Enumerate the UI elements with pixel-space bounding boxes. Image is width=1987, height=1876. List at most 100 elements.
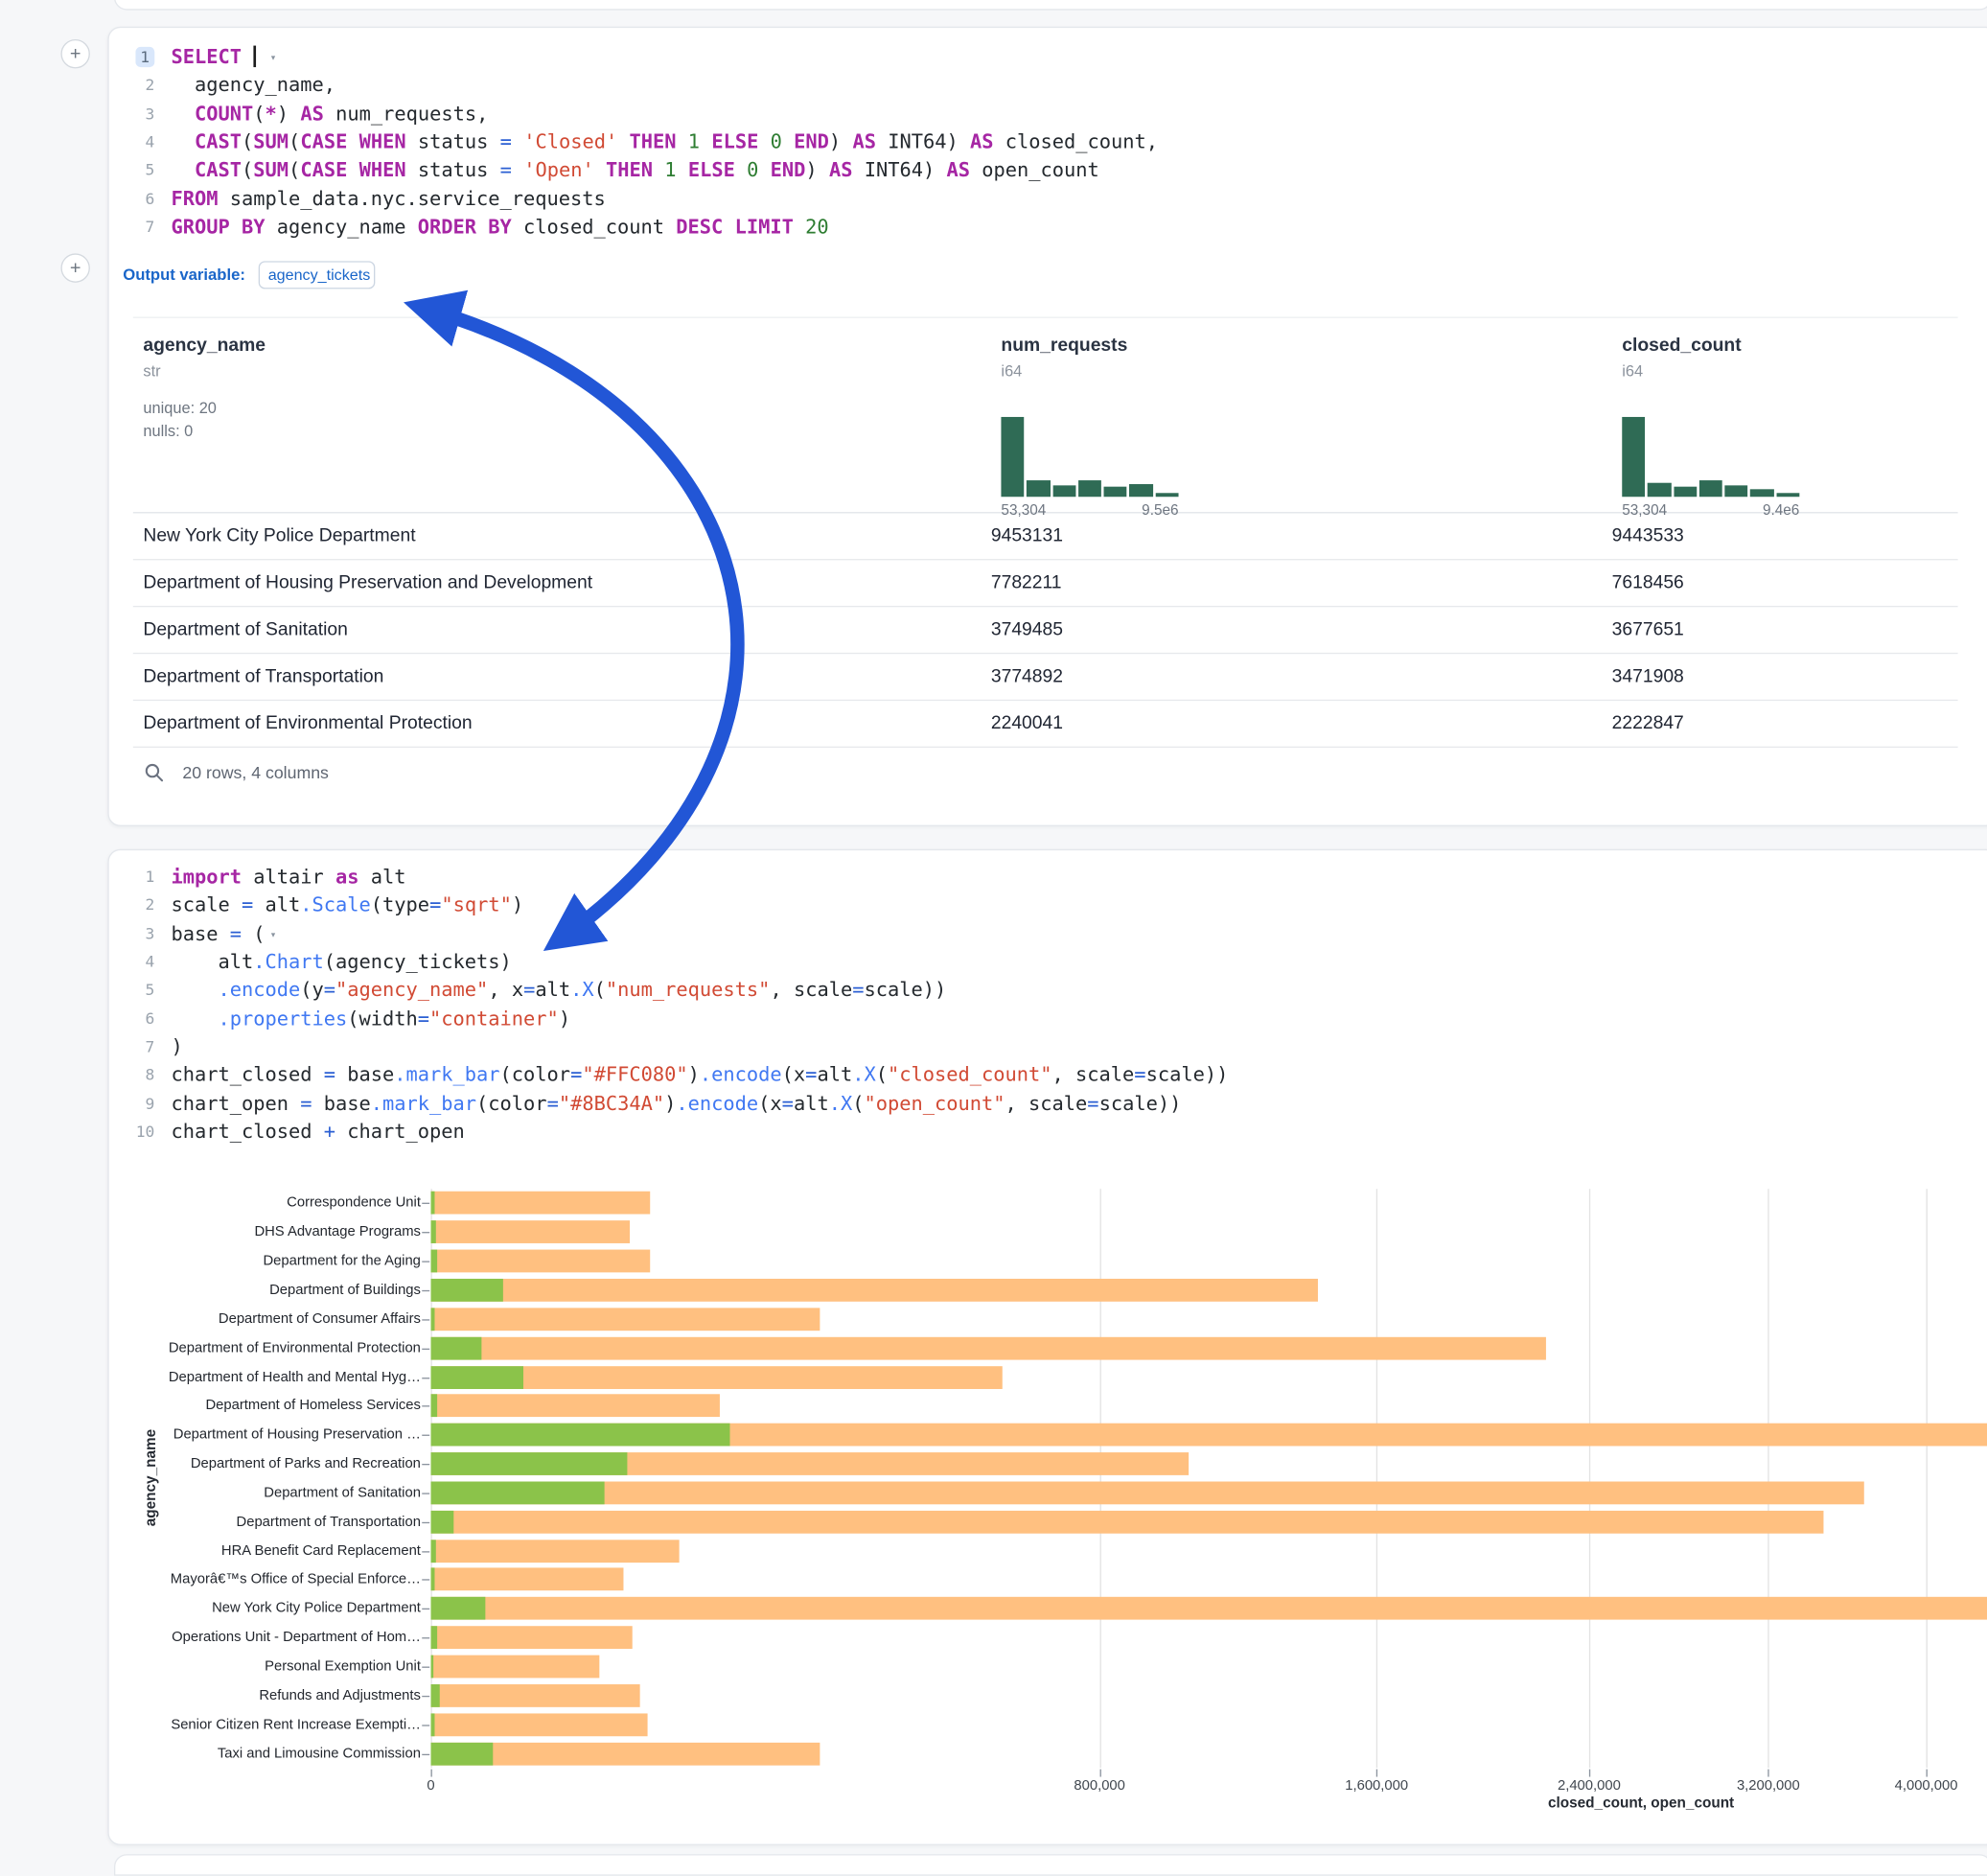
code-token: 1 bbox=[664, 159, 676, 182]
histogram-bar bbox=[1078, 481, 1101, 498]
code-text: SELECT bbox=[171, 43, 255, 72]
line-number: 5 bbox=[114, 156, 154, 185]
code-token: altair bbox=[242, 866, 335, 889]
code-token: (type bbox=[371, 894, 429, 917]
code-token: num_requests, bbox=[324, 103, 489, 126]
code-token: scale)) bbox=[864, 979, 946, 1002]
code-token: ( bbox=[242, 922, 266, 945]
histogram-bar bbox=[1699, 481, 1722, 498]
code-token: alt bbox=[359, 866, 406, 889]
code-line: 7GROUP BY agency_name ORDER BY closed_co… bbox=[114, 213, 1158, 242]
code-token: 'Closed' bbox=[523, 130, 617, 153]
code-token: closed_count, bbox=[994, 130, 1159, 153]
code-line: 10chart_closed + chart_open bbox=[114, 1118, 1228, 1146]
line-number-value: 6 bbox=[146, 190, 155, 208]
code-token bbox=[242, 46, 253, 69]
table-row[interactable]: New York City Police Department945313194… bbox=[133, 513, 1958, 560]
code-token: ) bbox=[559, 1007, 570, 1031]
code-line: 4 CAST(SUM(CASE WHEN status = 'Closed' T… bbox=[114, 128, 1158, 157]
results-table: agency_name str unique: 20 nulls: 0 num_… bbox=[133, 317, 1958, 749]
column-stat-unique: unique: 20 bbox=[143, 397, 266, 420]
code-token: (agency_tickets) bbox=[324, 951, 512, 974]
code-token: ELSE bbox=[688, 159, 735, 182]
table-row[interactable]: Department of Sanitation37494853677651 bbox=[133, 607, 1958, 654]
code-token: ) bbox=[688, 1064, 700, 1087]
code-token: (x bbox=[758, 1092, 782, 1115]
code-token: SUM bbox=[253, 130, 289, 153]
code-token: = bbox=[418, 1007, 429, 1031]
code-token: , x bbox=[488, 979, 523, 1002]
code-token: "num_requests" bbox=[606, 979, 771, 1002]
line-number: 4 bbox=[114, 948, 154, 977]
code-line: 7) bbox=[114, 1033, 1228, 1062]
notebook-canvas: + + 1▾SELECT 2 agency_name,3 COUNT(*) AS… bbox=[0, 0, 1987, 1864]
code-token: .encode bbox=[700, 1064, 782, 1087]
code-line: 4 alt.Chart(agency_tickets) bbox=[114, 948, 1228, 977]
code-token: base bbox=[312, 1092, 371, 1115]
next-cell-edge bbox=[114, 1854, 1987, 1875]
table-row[interactable]: Department of Environmental Protection22… bbox=[133, 701, 1958, 748]
add-cell-button-output[interactable]: + bbox=[60, 253, 89, 282]
code-token: .mark_bar bbox=[371, 1092, 476, 1115]
code-token: chart_closed bbox=[171, 1121, 323, 1144]
code-token: ELSE bbox=[711, 130, 758, 153]
code-token: (width bbox=[347, 1007, 418, 1031]
line-number: 6 bbox=[114, 1005, 154, 1033]
column-header-num-requests[interactable]: num_requests i64 53,304 9.5e6 bbox=[1001, 336, 1127, 380]
code-token: "#8BC34A" bbox=[559, 1092, 664, 1115]
sql-code-editor[interactable]: 1▾SELECT 2 agency_name,3 COUNT(*) AS num… bbox=[114, 43, 1158, 242]
column-header-closed-count[interactable]: closed_count i64 53,304 9.4e6 bbox=[1622, 336, 1741, 380]
histogram-bar bbox=[1155, 493, 1178, 497]
column-header-agency-name[interactable]: agency_name str unique: 20 nulls: 0 bbox=[143, 336, 266, 442]
code-token: ) bbox=[512, 894, 523, 917]
line-number-value: 3 bbox=[146, 925, 155, 943]
code-text: alt.Chart(agency_tickets) bbox=[171, 948, 511, 977]
histogram-bar bbox=[1622, 417, 1645, 497]
code-token: INT64) bbox=[852, 159, 946, 182]
code-text: .properties(width="container") bbox=[171, 1005, 570, 1033]
code-line: 2scale = alt.Scale(type="sqrt") bbox=[114, 892, 1228, 920]
code-token: .encode bbox=[218, 979, 300, 1002]
line-number: 1 bbox=[114, 43, 154, 72]
code-token: chart_open bbox=[171, 1092, 300, 1115]
table-row[interactable]: Department of Transportation377489234719… bbox=[133, 654, 1958, 701]
code-token bbox=[171, 159, 195, 182]
code-token bbox=[171, 1007, 218, 1031]
line-number-value: 5 bbox=[146, 161, 155, 179]
code-token: .X bbox=[829, 1092, 853, 1115]
add-cell-button-top[interactable]: + bbox=[60, 39, 89, 68]
code-token: INT64) bbox=[876, 130, 970, 153]
histogram-bar bbox=[1648, 482, 1671, 497]
code-token: scale)) bbox=[1146, 1064, 1229, 1087]
code-token: COUNT bbox=[195, 103, 253, 126]
table-row[interactable]: Department of Housing Preservation and D… bbox=[133, 560, 1958, 607]
code-line: 1import altair as alt bbox=[114, 863, 1228, 892]
code-line: 5 CAST(SUM(CASE WHEN status = 'Open' THE… bbox=[114, 156, 1158, 185]
code-token: scale bbox=[171, 894, 242, 917]
code-token: AS bbox=[970, 130, 994, 153]
code-token: base bbox=[171, 922, 229, 945]
table-cell: 3749485 bbox=[991, 619, 1612, 639]
line-number-value: 9 bbox=[146, 1095, 155, 1113]
output-variable-row: Output variable: agency_tickets bbox=[123, 261, 375, 289]
output-variable-chip[interactable]: agency_tickets bbox=[258, 261, 375, 289]
column-type: i64 bbox=[1001, 362, 1127, 381]
code-text: chart_open = base.mark_bar(color="#8BC34… bbox=[171, 1090, 1181, 1119]
code-token: + bbox=[324, 1121, 335, 1144]
search-icon[interactable] bbox=[143, 762, 164, 783]
code-token: ( bbox=[242, 159, 253, 182]
code-token: AS bbox=[852, 130, 876, 153]
code-token: alt bbox=[817, 1064, 852, 1087]
fold-chevron-icon[interactable]: ▾ bbox=[270, 44, 277, 73]
python-code-editor[interactable]: 1import altair as alt2scale = alt.Scale(… bbox=[114, 863, 1228, 1146]
code-token: THEN bbox=[606, 159, 653, 182]
code-token: FROM bbox=[171, 187, 218, 210]
code-token: = bbox=[324, 1064, 335, 1087]
code-token: ) bbox=[277, 103, 301, 126]
fold-chevron-icon[interactable]: ▾ bbox=[270, 921, 277, 950]
table-cell: 7782211 bbox=[991, 573, 1612, 593]
line-number-value: 7 bbox=[146, 218, 155, 236]
code-token: .X bbox=[570, 979, 594, 1002]
code-token: DESC bbox=[676, 216, 723, 239]
line-number: 6 bbox=[114, 185, 154, 214]
